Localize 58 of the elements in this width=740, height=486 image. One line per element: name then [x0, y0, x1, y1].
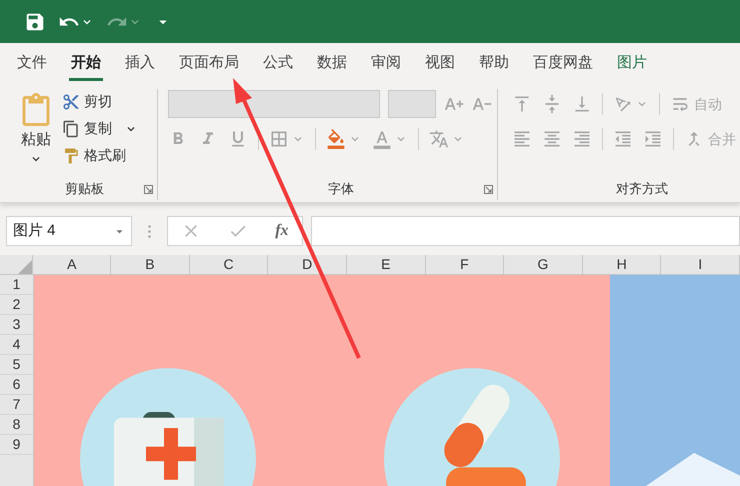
- ribbon-tab[interactable]: 插入: [113, 43, 167, 83]
- format-painter-button[interactable]: 格式刷: [62, 145, 138, 166]
- column-header[interactable]: C: [190, 255, 268, 274]
- paint-roller-icon[interactable]: [62, 146, 80, 164]
- ribbon-tab[interactable]: 数据: [305, 43, 359, 83]
- center-icon[interactable]: [542, 129, 562, 149]
- dialog-launcher-icon[interactable]: [144, 184, 153, 194]
- column-header[interactable]: I: [661, 255, 740, 274]
- row-header[interactable]: 2: [0, 295, 33, 315]
- formula-field[interactable]: [311, 216, 740, 246]
- name-box-value: 图片 4: [13, 220, 56, 241]
- paint-bucket-icon[interactable]: [326, 129, 346, 149]
- row-header[interactable]: 4: [0, 335, 33, 355]
- group-label: 对齐方式: [616, 180, 668, 198]
- row-header[interactable]: 1: [0, 275, 33, 295]
- column-header[interactable]: D: [268, 255, 347, 274]
- dialog-launcher-icon[interactable]: [484, 184, 493, 194]
- select-all-triangle-icon[interactable]: [18, 260, 32, 274]
- ribbon-tab[interactable]: 图片: [605, 43, 659, 83]
- drag-handle-icon[interactable]: [148, 224, 151, 238]
- ribbon-tab[interactable]: 帮助: [467, 43, 521, 83]
- ribbon-tab[interactable]: 视图: [413, 43, 467, 83]
- copy-icon[interactable]: [62, 120, 80, 138]
- ribbon-tab[interactable]: 页面布局: [167, 43, 251, 83]
- paste-button[interactable]: 粘贴: [18, 89, 54, 178]
- row-header[interactable]: 6: [0, 375, 33, 395]
- increase-indent-icon[interactable]: [643, 129, 663, 149]
- phonetic-icon[interactable]: [429, 129, 449, 149]
- ribbon-tab[interactable]: 公式: [251, 43, 305, 83]
- row-header[interactable]: 3: [0, 315, 33, 335]
- column-header[interactable]: H: [582, 255, 662, 274]
- column-header[interactable]: F: [426, 255, 504, 274]
- decrease-indent-icon[interactable]: [613, 129, 633, 149]
- row-header[interactable]: 9: [0, 435, 33, 455]
- column-header[interactable]: E: [346, 255, 426, 274]
- font-size-field[interactable]: [388, 90, 436, 118]
- group-label: 字体: [328, 180, 354, 198]
- ribbon-tab[interactable]: 审阅: [359, 43, 413, 83]
- cut-button[interactable]: 剪切: [62, 91, 138, 112]
- column-header[interactable]: G: [504, 255, 583, 274]
- align-left-icon[interactable]: [512, 129, 532, 149]
- scissors-icon[interactable]: [62, 92, 80, 110]
- ribbon-tab[interactable]: 文件: [17, 43, 59, 83]
- font-color-icon[interactable]: [372, 129, 392, 149]
- name-box[interactable]: 图片 4: [6, 216, 132, 246]
- ribbon-tab[interactable]: 百度网盘: [521, 43, 605, 83]
- copy-button[interactable]: 复制: [62, 118, 138, 139]
- insert-function-button[interactable]: fx: [275, 219, 289, 243]
- font-name-field[interactable]: [168, 90, 380, 118]
- column-header[interactable]: A: [33, 255, 112, 274]
- borders-icon[interactable]: [269, 129, 289, 149]
- ribbon-tab[interactable]: 开始: [59, 43, 113, 83]
- column-header[interactable]: B: [111, 255, 190, 274]
- row-header[interactable]: 8: [0, 415, 33, 435]
- group-label: 剪贴板: [65, 180, 104, 198]
- row-header[interactable]: 7: [0, 395, 33, 415]
- row-header[interactable]: 5: [0, 355, 33, 375]
- align-right-icon[interactable]: [572, 129, 592, 149]
